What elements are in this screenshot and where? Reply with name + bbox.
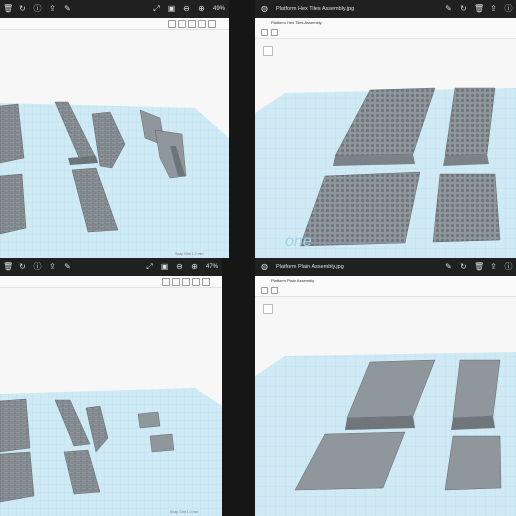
viewer-toolbar: 🗑 ↻ ⓘ ⇪ ✎ ⤢ ▣ ⊖ ⊕ 47%	[0, 258, 222, 276]
rotate-icon[interactable]: ↻	[18, 263, 27, 271]
zoom-out-icon[interactable]: ⊖	[182, 5, 191, 13]
hex-walkway-right	[432, 173, 501, 243]
workplane-render	[0, 101, 229, 258]
brick-walkway-lower	[0, 451, 35, 503]
viewer-titlebar: ◍ Platform Plain Assembly.jpg ✎ ↻ 🗑 ⇪ ⓘ	[255, 258, 516, 276]
info-icon[interactable]: ⓘ	[33, 263, 42, 271]
workplane-watermark: one	[285, 233, 312, 250]
viewer-titlebar: ◍ Platform Hex Tiles Assembly.jpg ✎ ↻ 🗑 …	[255, 0, 516, 18]
rotate-icon[interactable]: ↻	[459, 263, 468, 271]
workplane-render	[0, 388, 222, 516]
divider-top	[229, 0, 255, 258]
zoom-in-icon[interactable]: ⊕	[197, 5, 206, 13]
file-title: Platform Plain Assembly.jpg	[276, 264, 344, 270]
status-text: Snap Grid 1.0 mm	[170, 510, 199, 514]
brick-walkway	[0, 398, 31, 453]
plain-platform-right	[452, 359, 501, 419]
edit-icon[interactable]: ✎	[63, 263, 72, 271]
fit-icon[interactable]: ⤢	[152, 5, 161, 13]
photos-app-icon: ◍	[261, 262, 268, 271]
divider-bottom	[222, 258, 255, 516]
image-viewport: Platform Hex Tiles Assembly one	[255, 18, 516, 258]
trash-icon[interactable]: 🗑	[3, 5, 13, 13]
brick-walkway-lower	[0, 173, 27, 235]
pane-bottom-left: 🗑 ↻ ⓘ ⇪ ✎ ⤢ ▣ ⊖ ⊕ 47% Snap Grid 1.0 mm	[0, 258, 222, 516]
edit-icon[interactable]: ✎	[444, 5, 453, 13]
file-title: Platform Hex Tiles Assembly.jpg	[276, 6, 355, 12]
edit-icon[interactable]: ✎	[444, 263, 453, 271]
photos-app-icon: ◍	[261, 4, 268, 13]
trash-icon[interactable]: 🗑	[474, 5, 484, 13]
rotate-icon[interactable]: ↻	[18, 5, 27, 13]
image-viewport: Platform Plain Assembly	[255, 276, 516, 516]
slideshow-icon[interactable]: ▣	[167, 5, 176, 13]
image-viewport: Snap Grid 1.0 mm	[0, 18, 229, 258]
info-icon[interactable]: ⓘ	[504, 263, 513, 271]
share-icon[interactable]: ⇪	[48, 263, 57, 271]
plain-walkway-right	[444, 435, 502, 491]
pane-top-left: 🗑 ↻ ⓘ ⇪ ✎ ⤢ ▣ ⊖ ⊕ 49% Snap Grid 1.0 mm	[0, 0, 229, 258]
pane-bottom-right: ◍ Platform Plain Assembly.jpg ✎ ↻ 🗑 ⇪ ⓘ …	[255, 258, 516, 516]
rotate-icon[interactable]: ↻	[459, 5, 468, 13]
status-text: Snap Grid 1.0 mm	[175, 252, 204, 256]
stairs-piece	[137, 411, 161, 429]
share-icon[interactable]: ⇪	[489, 5, 498, 13]
zoom-in-icon[interactable]: ⊕	[190, 263, 199, 271]
zoom-level: 47%	[205, 264, 218, 270]
info-icon[interactable]: ⓘ	[33, 5, 42, 13]
workplane-render: one	[255, 87, 516, 258]
zoom-level: 49%	[212, 6, 225, 12]
trash-icon[interactable]: 🗑	[474, 263, 484, 271]
info-icon[interactable]: ⓘ	[504, 5, 513, 13]
fit-icon[interactable]: ⤢	[145, 263, 154, 271]
share-icon[interactable]: ⇪	[489, 263, 498, 271]
slideshow-icon[interactable]: ▣	[160, 263, 169, 271]
zoom-out-icon[interactable]: ⊖	[175, 263, 184, 271]
pane-top-right: ◍ Platform Hex Tiles Assembly.jpg ✎ ↻ 🗑 …	[255, 0, 516, 258]
stairs-piece-2	[149, 433, 175, 453]
workplane-render	[255, 352, 516, 516]
trash-icon[interactable]: 🗑	[3, 263, 13, 271]
share-icon[interactable]: ⇪	[48, 5, 57, 13]
image-viewport: Snap Grid 1.0 mm	[0, 276, 222, 516]
edit-icon[interactable]: ✎	[63, 5, 72, 13]
viewer-toolbar: 🗑 ↻ ⓘ ⇪ ✎ ⤢ ▣ ⊖ ⊕ 49%	[0, 0, 229, 18]
